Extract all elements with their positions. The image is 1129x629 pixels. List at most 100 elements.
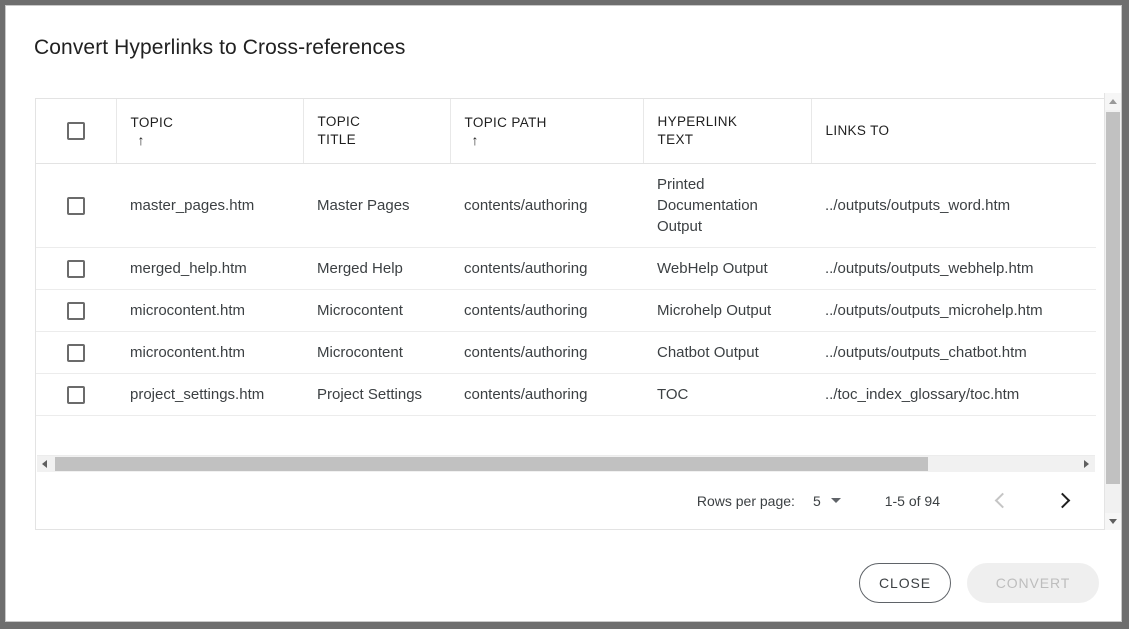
cell-topic-path-text: contents/authoring bbox=[464, 300, 629, 321]
row-checkbox[interactable] bbox=[67, 386, 85, 404]
column-header-hyperlink-text[interactable]: HYPERLINK TEXT bbox=[643, 99, 811, 163]
row-checkbox[interactable] bbox=[67, 302, 85, 320]
cell-topic-title-text: Microcontent bbox=[317, 300, 436, 321]
column-header-links-to[interactable]: LINKS TO bbox=[811, 99, 1096, 163]
cell-hyperlink-text-text: WebHelp Output bbox=[657, 258, 797, 279]
convert-button[interactable]: CONVERT bbox=[967, 563, 1099, 603]
cell-links-to-text: ../outputs/outputs_microhelp.htm bbox=[825, 300, 1096, 321]
scroll-left-arrow-icon[interactable] bbox=[37, 456, 54, 472]
cell-hyperlink-text-text: Printed Documentation Output bbox=[657, 174, 797, 237]
rows-per-page-value: 5 bbox=[813, 493, 821, 509]
row-checkbox[interactable] bbox=[67, 260, 85, 278]
cell-hyperlink-text: Printed Documentation Output bbox=[643, 163, 811, 247]
row-checkbox-cell[interactable] bbox=[36, 373, 116, 415]
cell-hyperlink-text-text: TOC bbox=[657, 384, 797, 405]
cell-links-to: ../outputs/outputs_word.htm bbox=[811, 163, 1096, 247]
table-row[interactable]: master_pages.htm Master Pages contents/a… bbox=[36, 163, 1096, 247]
rows-per-page-select[interactable]: 5 bbox=[813, 493, 841, 509]
cell-links-to: ../toc_index_glossary/toc.htm bbox=[811, 373, 1096, 415]
cell-links-to-text: ../outputs/outputs_word.htm bbox=[825, 195, 1096, 216]
cell-topic: microcontent.htm bbox=[116, 289, 303, 331]
dialog-vertical-scrollbar[interactable] bbox=[1104, 93, 1121, 530]
row-checkbox-cell[interactable] bbox=[36, 247, 116, 289]
row-checkbox-cell[interactable] bbox=[36, 331, 116, 373]
cell-topic: microcontent.htm bbox=[116, 331, 303, 373]
table-header-row: TOPIC↑ TOPIC TITLE TOPIC PATH↑ HYPERLINK… bbox=[36, 99, 1096, 163]
pagination-range-label: 1-5 of 94 bbox=[885, 493, 940, 509]
scroll-up-arrow-icon[interactable] bbox=[1105, 93, 1121, 110]
cell-topic-path: contents/authoring bbox=[450, 163, 643, 247]
cell-topic-path-text: contents/authoring bbox=[464, 384, 629, 405]
select-all-header-cell[interactable] bbox=[36, 99, 116, 163]
cell-topic-text: microcontent.htm bbox=[130, 342, 289, 363]
close-button[interactable]: CLOSE bbox=[859, 563, 951, 603]
cell-topic-path: contents/authoring bbox=[450, 331, 643, 373]
cell-hyperlink-text-text: Chatbot Output bbox=[657, 342, 797, 363]
convert-hyperlinks-dialog: Convert Hyperlinks to Cross-references T… bbox=[5, 5, 1122, 622]
scroll-right-arrow-icon[interactable] bbox=[1078, 456, 1095, 472]
next-page-button[interactable] bbox=[1046, 485, 1078, 517]
row-checkbox[interactable] bbox=[67, 344, 85, 362]
table-row[interactable]: project_settings.htm Project Settings co… bbox=[36, 373, 1096, 415]
scroll-down-arrow-icon[interactable] bbox=[1105, 513, 1121, 530]
cell-topic-title: Microcontent bbox=[303, 289, 450, 331]
rows-per-page-label: Rows per page: bbox=[697, 493, 795, 509]
table-header: TOPIC↑ TOPIC TITLE TOPIC PATH↑ HYPERLINK… bbox=[36, 99, 1096, 163]
column-header-topic[interactable]: TOPIC↑ bbox=[116, 99, 303, 163]
column-header-topic-path[interactable]: TOPIC PATH↑ bbox=[450, 99, 643, 163]
cell-links-to: ../outputs/outputs_webhelp.htm bbox=[811, 247, 1096, 289]
column-header-topic-label: TOPIC bbox=[131, 114, 289, 132]
cell-topic-title-text: Microcontent bbox=[317, 342, 436, 363]
cell-hyperlink-text: Chatbot Output bbox=[643, 331, 811, 373]
column-header-topic-path-label: TOPIC PATH bbox=[465, 114, 629, 132]
cell-topic: project_settings.htm bbox=[116, 373, 303, 415]
cell-topic-path-text: contents/authoring bbox=[464, 195, 629, 216]
table-row[interactable]: microcontent.htm Microcontent contents/a… bbox=[36, 289, 1096, 331]
cell-topic-path-text: contents/authoring bbox=[464, 342, 629, 363]
row-checkbox[interactable] bbox=[67, 197, 85, 215]
cell-hyperlink-text: Microhelp Output bbox=[643, 289, 811, 331]
cell-links-to: ../outputs/outputs_microhelp.htm bbox=[811, 289, 1096, 331]
column-header-links-to-label: LINKS TO bbox=[826, 122, 1097, 140]
cell-links-to-text: ../outputs/outputs_webhelp.htm bbox=[825, 258, 1096, 279]
hyperlinks-table: TOPIC↑ TOPIC TITLE TOPIC PATH↑ HYPERLINK… bbox=[36, 99, 1096, 416]
chevron-left-icon bbox=[994, 493, 1010, 509]
column-header-hyperlink-text-label: HYPERLINK TEXT bbox=[658, 113, 797, 149]
cell-hyperlink-text-text: Microhelp Output bbox=[657, 300, 797, 321]
row-checkbox-cell[interactable] bbox=[36, 289, 116, 331]
cell-hyperlink-text: TOC bbox=[643, 373, 811, 415]
cell-topic-text: merged_help.htm bbox=[130, 258, 289, 279]
cell-topic-title: Merged Help bbox=[303, 247, 450, 289]
select-all-checkbox[interactable] bbox=[67, 122, 85, 140]
dialog-actions: CLOSE CONVERT bbox=[859, 563, 1099, 603]
column-header-topic-title[interactable]: TOPIC TITLE bbox=[303, 99, 450, 163]
cell-links-to-text: ../outputs/outputs_chatbot.htm bbox=[825, 342, 1096, 363]
cell-topic-title-text: Master Pages bbox=[317, 195, 436, 216]
sort-ascending-icon: ↑ bbox=[138, 132, 145, 148]
table-row[interactable]: merged_help.htm Merged Help contents/aut… bbox=[36, 247, 1096, 289]
chevron-right-icon bbox=[1054, 493, 1070, 509]
vertical-scrollbar-thumb[interactable] bbox=[1106, 112, 1120, 484]
cell-topic-title-text: Project Settings bbox=[317, 384, 436, 405]
cell-topic-path: contents/authoring bbox=[450, 373, 643, 415]
cell-topic-path: contents/authoring bbox=[450, 289, 643, 331]
table-body: master_pages.htm Master Pages contents/a… bbox=[36, 163, 1096, 415]
cell-topic: merged_help.htm bbox=[116, 247, 303, 289]
hyperlinks-table-card: TOPIC↑ TOPIC TITLE TOPIC PATH↑ HYPERLINK… bbox=[35, 98, 1115, 530]
row-checkbox-cell[interactable] bbox=[36, 163, 116, 247]
cell-topic-title: Project Settings bbox=[303, 373, 450, 415]
page-title: Convert Hyperlinks to Cross-references bbox=[34, 36, 405, 60]
cell-topic-path: contents/authoring bbox=[450, 247, 643, 289]
cell-topic-text: master_pages.htm bbox=[130, 195, 289, 216]
cell-links-to-text: ../toc_index_glossary/toc.htm bbox=[825, 384, 1096, 405]
cell-topic-path-text: contents/authoring bbox=[464, 258, 629, 279]
cell-topic-title: Microcontent bbox=[303, 331, 450, 373]
cell-topic-title: Master Pages bbox=[303, 163, 450, 247]
table-horizontal-scrollbar[interactable] bbox=[37, 455, 1095, 472]
cell-topic-text: project_settings.htm bbox=[130, 384, 289, 405]
chevron-down-icon bbox=[831, 498, 841, 503]
horizontal-scrollbar-thumb[interactable] bbox=[55, 457, 928, 471]
table-row[interactable]: microcontent.htm Microcontent contents/a… bbox=[36, 331, 1096, 373]
previous-page-button[interactable] bbox=[986, 485, 1018, 517]
column-header-topic-title-label: TOPIC TITLE bbox=[318, 113, 436, 149]
